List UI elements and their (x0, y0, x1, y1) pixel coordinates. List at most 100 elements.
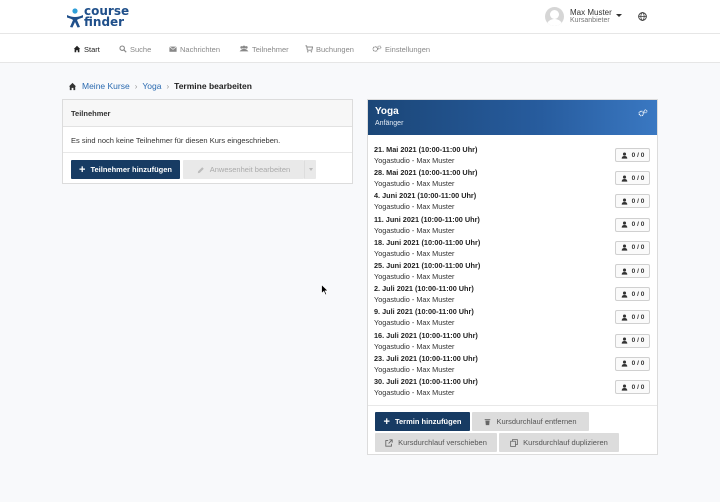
session-location: Yogastudio - Max Muster (374, 179, 455, 189)
session-participants-button[interactable]: 0 / 0 (615, 217, 650, 232)
logo-line2: finder (84, 15, 125, 29)
session-location: Yogastudio - Max Muster (374, 318, 455, 328)
session-participants-button[interactable]: 0 / 0 (615, 194, 650, 209)
add-session-button[interactable]: + Termin hinzufügen (375, 412, 470, 431)
remove-run-button[interactable]: Kursdurchlauf entfernen (472, 412, 589, 431)
nav-label-start: Start (84, 44, 100, 54)
trash-icon (485, 418, 491, 425)
nav-item-messages[interactable]: Nachrichten (169, 44, 220, 54)
participants-panel: Teilnehmer Es sind noch keine Teilnehmer… (62, 99, 353, 184)
session-row: 11. Juni 2021 (10:00-11:00 Uhr) Yogastudi… (374, 215, 652, 237)
session-participants-button[interactable]: 0 / 0 (615, 333, 650, 348)
session-location: Yogastudio - Max Muster (374, 202, 455, 212)
cart-icon (305, 45, 313, 53)
participants-empty-text: Es sind noch keine Teilnehmer für diesen… (71, 136, 281, 145)
session-date: 2. Juli 2021 (10:00-11:00 Uhr) (374, 284, 474, 294)
session-row: 23. Juli 2021 (10:00-11:00 Uhr) Yogastudi… (374, 354, 652, 376)
session-date: 16. Juli 2021 (10:00-11:00 Uhr) (374, 330, 478, 340)
session-participant-count: 0 / 0 (631, 360, 645, 368)
user-icon (621, 360, 627, 367)
nav-item-search[interactable]: Suche (119, 44, 151, 54)
session-participants-button[interactable]: 0 / 0 (615, 356, 650, 371)
nav-item-start[interactable]: Start (73, 44, 100, 54)
user-icon (621, 244, 627, 251)
session-location: Yogastudio - Max Muster (374, 388, 455, 397)
plus-icon: + (383, 415, 390, 428)
move-run-button[interactable]: Kursdurchlauf verschieben (375, 433, 497, 452)
session-row: 28. Mai 2021 (10:00-11:00 Uhr) Yogastudio… (374, 168, 652, 190)
edit-attendance-label: Anwesenheit bearbeiten (209, 165, 291, 174)
gears-icon (372, 45, 382, 52)
session-participants-button[interactable]: 0 / 0 (615, 264, 650, 278)
session-date: 9. Juli 2021 (10:00-11:00 Uhr) (374, 307, 474, 317)
home-icon (73, 45, 81, 53)
session-location: Yogastudio - Max Muster (374, 341, 455, 351)
user-icon (621, 198, 627, 205)
session-participants-button[interactable]: 0 / 0 (615, 380, 650, 394)
session-date: 4. Juni 2021 (10:00-11:00 Uhr) (374, 191, 477, 201)
coursefinder-logo[interactable]: course finder (67, 5, 137, 30)
nav-label-messages: Nachrichten (180, 44, 221, 54)
add-participant-button[interactable]: + Teilnehmer hinzufügen (71, 160, 180, 179)
session-location: Yogastudio - Max Muster (374, 364, 455, 374)
move-run-label: Kursdurchlauf verschieben (398, 438, 487, 447)
nav-label-participants: Teilnehmer (252, 44, 289, 54)
chevron-down-icon (616, 14, 622, 17)
nav-item-settings[interactable]: Einstellungen (372, 44, 430, 54)
avatar (545, 7, 564, 26)
participants-panel-title: Teilnehmer (63, 100, 352, 127)
participants-panel-footer: + Teilnehmer hinzufügen Anwesenheit bear… (63, 152, 352, 179)
session-participant-count: 0 / 0 (631, 197, 645, 205)
user-icon (621, 175, 627, 182)
session-participants-button[interactable]: 0 / 0 (615, 171, 650, 186)
user-icon (621, 337, 627, 344)
gears-icon[interactable] (638, 108, 648, 118)
attendance-dropdown-toggle[interactable] (304, 160, 316, 179)
top-header: course finder Max Muster Kursanbieter (0, 0, 720, 34)
session-participants-button[interactable]: 0 / 0 (615, 310, 650, 325)
session-row: 2. Juli 2021 (10:00-11:00 Uhr) Yogastudio… (374, 284, 652, 306)
course-title: Yoga (375, 106, 399, 117)
session-participant-count: 0 / 0 (631, 151, 645, 159)
session-participants-button[interactable]: 0 / 0 (615, 287, 650, 302)
session-location: Yogastudio - Max Muster (374, 225, 455, 235)
user-role: Kursanbieter (570, 17, 610, 24)
session-date: 11. Juni 2021 (10:00-11:00 Uhr) (374, 214, 480, 224)
logo-figure-icon (67, 8, 83, 28)
nav-item-participants[interactable]: Teilnehmer (239, 44, 289, 54)
edit-attendance-button[interactable]: Anwesenheit bearbeiten (183, 160, 304, 179)
breadcrumb-my-courses[interactable]: Meine Kurse (82, 81, 130, 91)
session-date: 30. Juli 2021 (10:00-11:00 Uhr) (374, 377, 478, 386)
globe-icon[interactable] (638, 12, 647, 21)
nav-label-settings: Einstellungen (385, 44, 431, 54)
breadcrumb: Meine Kurse › Yoga › Termine bearbeiten (68, 81, 252, 91)
user-icon (621, 221, 627, 228)
home-icon[interactable] (68, 82, 77, 91)
remove-run-label: Kursdurchlauf entfernen (496, 417, 577, 426)
session-date: 18. Juni 2021 (10:00-11:00 Uhr) (374, 237, 481, 247)
course-panel-header: Yoga Anfänger (368, 100, 657, 135)
session-participant-count: 0 / 0 (631, 290, 645, 298)
plus-icon: + (79, 163, 86, 176)
main-nav: Start Suche Nachrichten Teilnehmer Buchu… (0, 34, 720, 63)
nav-item-bookings[interactable]: Buchungen (305, 44, 354, 54)
course-panel: Yoga Anfänger 21. Mai 2021 (10:00-11:00 … (367, 99, 658, 455)
duplicate-run-label: Kursdurchlauf duplizieren (523, 438, 608, 447)
session-date: 21. Mai 2021 (10:00-11:00 Uhr) (374, 145, 478, 154)
session-location: Yogastudio - Max Muster (374, 272, 455, 281)
session-participants-button[interactable]: 0 / 0 (615, 148, 650, 162)
session-date: 28. Mai 2021 (10:00-11:00 Uhr) (374, 168, 478, 178)
duplicate-run-button[interactable]: Kursdurchlauf duplizieren (499, 433, 619, 452)
nav-label-search: Suche (130, 44, 152, 54)
chevron-right-icon: › (134, 81, 138, 91)
user-icon (621, 384, 627, 391)
session-row: 18. Juni 2021 (10:00-11:00 Uhr) Yogastudi… (374, 238, 652, 260)
breadcrumb-yoga[interactable]: Yoga (142, 81, 161, 91)
session-participant-count: 0 / 0 (631, 313, 645, 321)
session-participants-button[interactable]: 0 / 0 (615, 240, 650, 255)
user-icon (621, 291, 627, 298)
session-date: 25. Juni 2021 (10:00-11:00 Uhr) (374, 261, 481, 270)
add-session-label: Termin hinzufügen (394, 417, 462, 426)
session-location: Yogastudio - Max Muster (374, 156, 455, 165)
envelope-icon (169, 46, 177, 52)
